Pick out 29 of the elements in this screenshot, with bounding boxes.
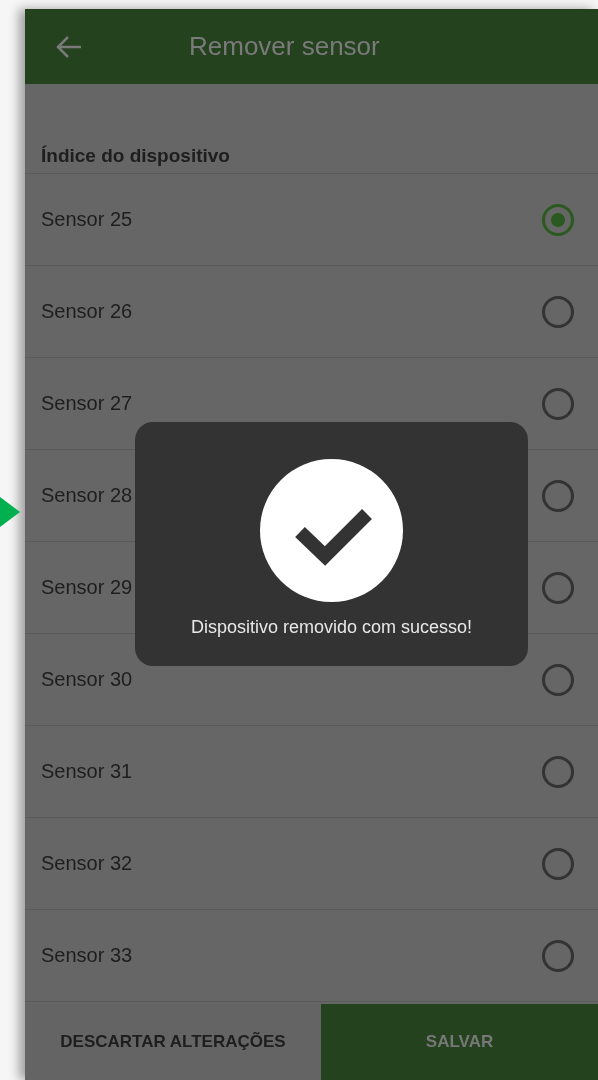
sensor-option[interactable]: Sensor 25 [25, 174, 598, 266]
sensor-label: Sensor 32 [41, 852, 133, 875]
sensor-label: Sensor 26 [41, 300, 133, 323]
radio-button[interactable] [542, 571, 574, 604]
sensor-label: Sensor 31 [41, 760, 133, 783]
check-circle-icon [260, 459, 403, 602]
sensor-label: Sensor 27 [41, 392, 133, 415]
radio-button[interactable] [542, 479, 574, 512]
save-button[interactable]: SALVAR [321, 1004, 598, 1080]
radio-button[interactable] [542, 939, 574, 972]
radio-button[interactable] [542, 755, 574, 788]
sensor-option[interactable]: Sensor 33 [25, 910, 598, 1002]
back-arrow-icon [56, 34, 82, 59]
sensor-label: Sensor 25 [41, 208, 133, 231]
sensor-option[interactable]: Sensor 26 [25, 266, 598, 358]
sensor-option[interactable]: Sensor 31 [25, 726, 598, 818]
sensor-option[interactable]: Sensor 32 [25, 818, 598, 910]
radio-button[interactable] [542, 203, 574, 236]
radio-button[interactable] [542, 663, 574, 696]
radio-button[interactable] [542, 295, 574, 328]
radio-button[interactable] [542, 847, 574, 880]
sensor-label: Sensor 28 [41, 484, 133, 507]
sensor-label: Sensor 33 [41, 944, 133, 967]
discard-button[interactable]: DESCARTAR ALTERAÇÕES [25, 1004, 321, 1080]
radio-button[interactable] [542, 387, 574, 420]
sensor-label: Sensor 29 [41, 576, 133, 599]
sensor-label: Sensor 30 [41, 668, 133, 691]
list-header: Índice do dispositivo [25, 145, 598, 174]
screen-title: Remover sensor [189, 31, 380, 62]
